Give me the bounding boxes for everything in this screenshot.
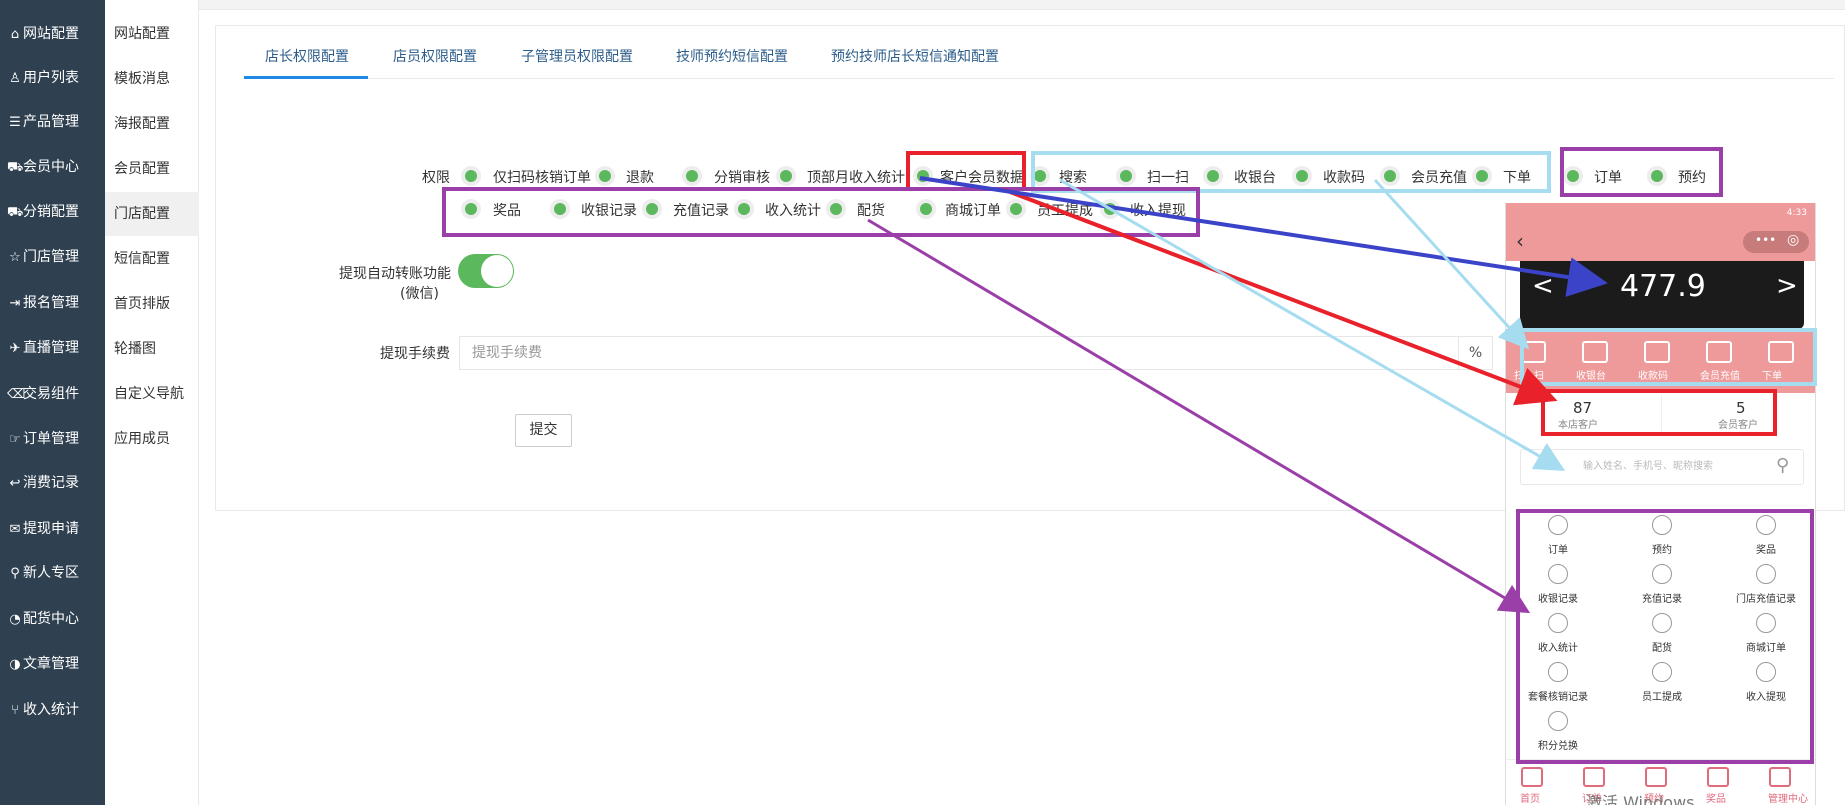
annot-arrow-cyan-quick [1373,178,1530,350]
page-root: ⌂ 网站配置 ♙ 用户列表 ☰ 产品管理 ⛟会员中心 ⛟分销配置 ☆ 门店管理 ⇥ 报名管理 ✈ 直播管理… [0,0,1845,805]
annot-box-phone-stats [1541,389,1777,436]
annot-arrow-purple [867,218,1531,614]
annotation-overlay [442,147,1817,764]
annot-arrow-blue [919,176,1608,297]
annot-arrow-cyan-search [1059,178,1566,471]
annot-box-quick-actions [1031,151,1551,193]
annot-box-phone-grid [1516,509,1814,764]
annot-arrow-red [1004,188,1558,406]
annot-box-order-booking [1560,147,1723,197]
annot-box-phone-quick [1520,328,1817,386]
